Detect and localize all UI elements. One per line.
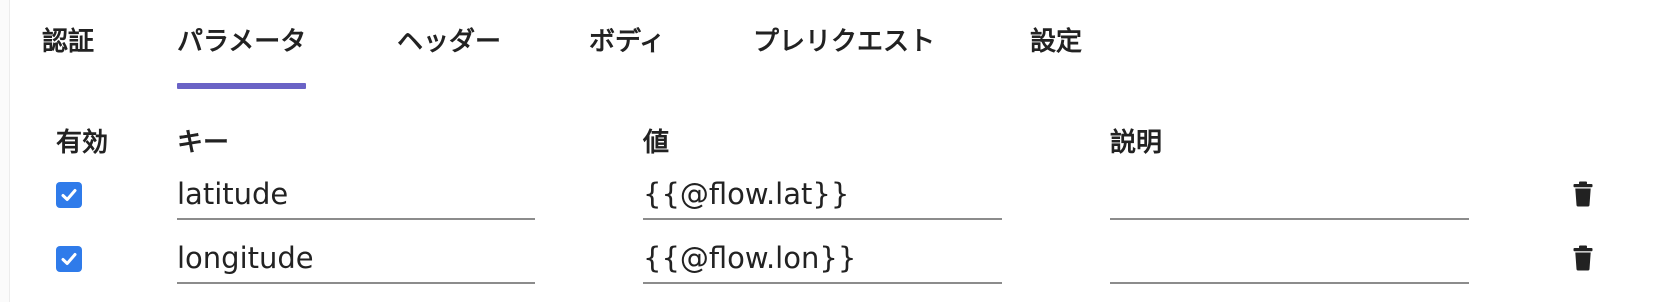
tab-body[interactable]: ボディ [589, 20, 665, 90]
row-enabled-checkbox[interactable] [56, 182, 82, 208]
tab-settings-label: 設定 [1030, 27, 1083, 57]
check-icon [61, 189, 77, 201]
table-row: longitude {{@flow.lon}} [0, 234, 1656, 298]
tab-settings[interactable]: 設定 [1030, 20, 1082, 90]
tab-pre-request-label: プレリクエスト [753, 27, 936, 57]
column-header-key: キー [177, 128, 230, 158]
description-field[interactable] [1110, 234, 1469, 284]
tab-auth[interactable]: 認証 [42, 20, 94, 90]
tab-body-label: ボディ [589, 27, 666, 57]
check-icon [61, 253, 77, 265]
tab-auth-label: 認証 [42, 27, 95, 57]
trash-icon[interactable] [1573, 245, 1593, 271]
tab-headers[interactable]: ヘッダー [397, 20, 501, 90]
active-tab-indicator [177, 83, 307, 89]
tab-parameters-label: パラメータ [177, 27, 307, 57]
tab-parameters[interactable]: パラメータ [177, 20, 307, 90]
value-field[interactable]: {{@flow.lon}} [643, 234, 1002, 284]
request-tabs: 認証 パラメータ ヘッダー ボディ プレリクエスト 設定 [0, 0, 1656, 90]
tab-headers-label: ヘッダー [397, 27, 502, 57]
column-header-description: 説明 [1110, 128, 1163, 158]
description-field[interactable] [1110, 170, 1469, 220]
table-row: latitude {{@flow.lat}} [0, 170, 1656, 234]
value-field[interactable]: {{@flow.lat}} [643, 170, 1002, 220]
tab-pre-request[interactable]: プレリクエスト [753, 20, 935, 90]
column-header-value: 値 [643, 128, 670, 158]
row-enabled-checkbox[interactable] [56, 246, 82, 272]
column-header-enabled: 有効 [56, 128, 109, 158]
trash-icon[interactable] [1573, 181, 1593, 207]
key-field[interactable]: latitude [177, 170, 535, 220]
key-field[interactable]: longitude [177, 234, 535, 284]
